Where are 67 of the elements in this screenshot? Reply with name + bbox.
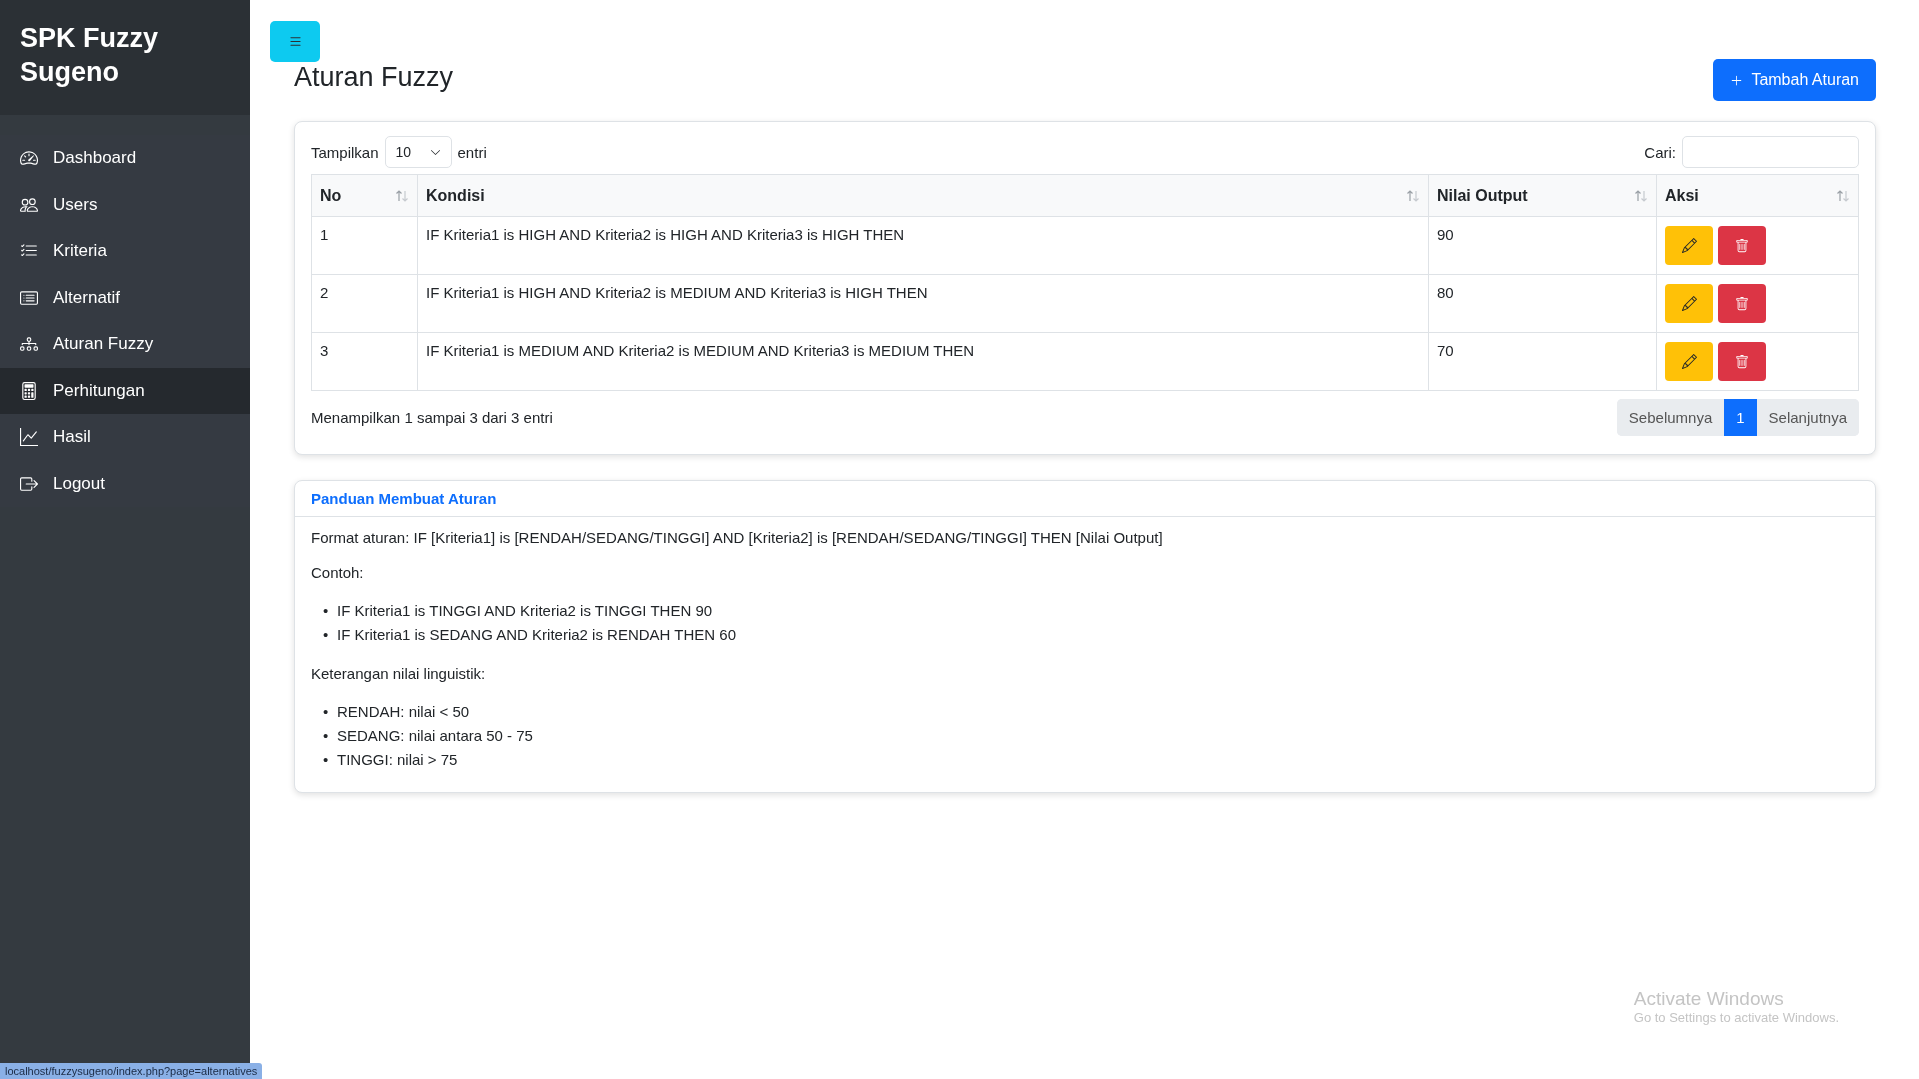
column-header[interactable]: No (311, 174, 418, 217)
delete-button[interactable] (1718, 342, 1766, 381)
status-url: localhost/fuzzysugeno/index.php?page=alternatives (0, 1063, 263, 1079)
card-list-icon (20, 288, 38, 307)
table-cell: IF Kriteria1 is HIGH AND Kriteria2 is HIGH AND Kriteria3 is HIGH THEN (417, 216, 1429, 275)
example-item: IF Kriteria1 is SEDANG AND Kriteria2 is RENDAH THEN 60 (337, 625, 736, 645)
edit-button[interactable] (1665, 284, 1713, 323)
legend-item: TINGGI: nilai > 75 (337, 750, 458, 770)
example-item: IF Kriteria1 is TINGGI AND Kriteria2 is TINGGI THEN 90 (337, 601, 713, 621)
legend-item: SEDANG: nilai antara 50 - 75 (337, 726, 533, 746)
search-label: Cari: (1644, 143, 1676, 161)
sidebar-item[interactable]: Perhitungan (0, 367, 250, 414)
pencil-icon (1681, 354, 1697, 369)
table-cell: 70 (1428, 332, 1657, 391)
brand-title: SPK Fuzzy Sugeno (0, 0, 250, 115)
sort-icon (395, 188, 409, 203)
people-icon (20, 195, 38, 214)
table-cell: 2 (311, 274, 418, 333)
column-header[interactable]: Aksi (1656, 174, 1859, 217)
column-header[interactable]: Kondisi (417, 174, 1429, 217)
entries-select[interactable]: 10 (384, 136, 452, 168)
line-chart-icon (20, 428, 38, 447)
trash-icon (1735, 238, 1749, 253)
format-text: Format aturan: IF [Kriteria1] is [RENDAH/SEDANG/TINGGI] AND [Kriteria2] is [RENDAH/SEDANG/TINGGI] THEN [Nilai Output] (311, 529, 1164, 546)
table-info: Menampilkan 1 sampai 3 dari 3 entri (311, 409, 553, 426)
table-cell: 80 (1428, 274, 1657, 333)
hierarchy-icon (20, 335, 38, 354)
legend-item: RENDAH: nilai < 50 (337, 702, 470, 722)
examples-heading: Contoh: (311, 564, 365, 581)
length-label: Tampilkan (311, 143, 379, 161)
sort-icon (1406, 188, 1420, 203)
delete-button[interactable] (1718, 284, 1766, 323)
plus-icon (1730, 73, 1744, 87)
menu-icon (287, 34, 303, 49)
page-title: Aturan Fuzzy (294, 61, 454, 94)
bullet-mark: • (323, 726, 330, 746)
edit-button[interactable] (1665, 342, 1713, 381)
table-cell: IF Kriteria1 is HIGH AND Kriteria2 is MEDIUM AND Kriteria3 is HIGH THEN (417, 274, 1429, 333)
activation-subtitle: Go to Settings to activate Windows. (1633, 1010, 1839, 1025)
table-cell: 1 (311, 216, 418, 275)
bullet-mark: • (323, 625, 330, 645)
activation-title: Activate Windows (1633, 988, 1785, 1010)
search-field[interactable] (1682, 136, 1859, 168)
guide-title: Panduan Membuat Aturan (295, 481, 1875, 517)
add-rule-button[interactable]: Tambah Aturan (1713, 59, 1876, 101)
sort-icon (1836, 188, 1850, 203)
table-cell: 3 (311, 332, 418, 391)
speedometer-icon (20, 149, 38, 168)
table-cell: IF Kriteria1 is MEDIUM AND Kriteria2 is MEDIUM AND Kriteria3 is MEDIUM THEN (417, 332, 1429, 391)
trash-icon (1735, 296, 1749, 311)
pencil-icon (1681, 296, 1697, 311)
calculator-icon (20, 381, 38, 400)
column-header[interactable]: Nilai Output (1428, 174, 1657, 217)
bullet-mark: • (323, 750, 330, 770)
legend-heading: Keterangan nilai linguistik: (311, 665, 487, 682)
page-button[interactable]: 1 (1724, 399, 1757, 436)
trash-icon (1735, 354, 1749, 369)
edit-button[interactable] (1665, 226, 1713, 265)
delete-button[interactable] (1718, 226, 1766, 265)
exit-arrow-icon (20, 474, 38, 493)
bullet-mark: • (323, 702, 330, 722)
menu-toggle-button[interactable] (270, 21, 320, 62)
pencil-icon (1681, 238, 1697, 253)
length-suffix: entri (457, 143, 487, 161)
bullet-mark: • (323, 601, 330, 621)
table-cell: 90 (1428, 216, 1657, 275)
sort-icon (1634, 188, 1648, 203)
